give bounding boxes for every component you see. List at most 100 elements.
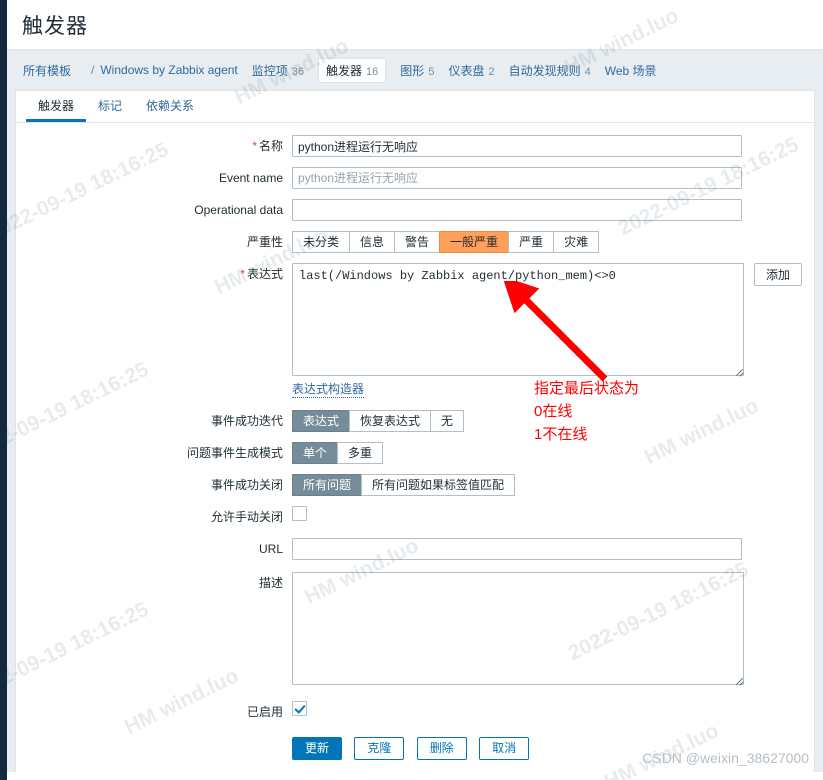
page-container: 触发器 所有模板 / Windows by Zabbix agent 监控项 3… bbox=[7, 0, 823, 780]
name-label-text: 名称 bbox=[258, 139, 283, 153]
allow-manual-close-checkbox[interactable] bbox=[292, 506, 307, 522]
tab-triggers[interactable]: 触发器 bbox=[26, 91, 87, 122]
enabled-label: 已启用 bbox=[246, 705, 283, 719]
delete-button[interactable]: 删除 bbox=[416, 737, 467, 760]
form-row-event-success-close: 事件成功关闭 所有问题 所有问题如果标签值匹配 bbox=[16, 474, 814, 496]
expression-label: * 表达式 bbox=[16, 263, 292, 281]
event-success-iteration-label: 事件成功迭代 bbox=[210, 414, 283, 428]
event-success-iteration-option-recovery-expression[interactable]: 恢复表达式 bbox=[349, 410, 431, 432]
breadcrumb-host-link[interactable]: Windows by Zabbix agent bbox=[100, 63, 237, 77]
breadcrumb-all-templates-link[interactable]: 所有模板 bbox=[23, 62, 71, 79]
event-name-label: Event name bbox=[218, 171, 283, 185]
event-success-iteration-field-wrap: 表达式 恢复表达式 无 bbox=[292, 410, 814, 432]
clone-button[interactable]: 克隆 bbox=[354, 737, 405, 760]
form-row-operational-data: Operational data bbox=[16, 199, 814, 221]
form-actions-spacer bbox=[16, 737, 292, 760]
expression-textarea[interactable]: last(/Windows by Zabbix agent/python_mem… bbox=[292, 263, 744, 376]
event-success-iteration-option-none[interactable]: 无 bbox=[430, 410, 465, 432]
cancel-button[interactable]: 取消 bbox=[479, 737, 530, 760]
severity-option-disaster[interactable]: 灾难 bbox=[553, 231, 600, 253]
expression-constructor-link[interactable]: 表达式构造器 bbox=[292, 382, 365, 398]
name-label: * 名称 bbox=[16, 135, 292, 153]
form-row-enabled: 已启用 bbox=[16, 701, 814, 719]
tab-panel: 触发器 标记 依赖关系 *名称 Event name bbox=[15, 90, 815, 780]
breadcrumb-item-discovery-rules-count: 4 bbox=[584, 65, 591, 78]
severity-option-warning[interactable]: 警告 bbox=[394, 231, 440, 253]
allow-manual-close-field-wrap bbox=[292, 506, 814, 522]
event-success-close-label: 事件成功关闭 bbox=[210, 478, 283, 492]
breadcrumb-item-items[interactable]: 监控项 36 bbox=[252, 62, 304, 79]
form-row-name: * 名称 bbox=[16, 135, 814, 157]
breadcrumb-item-dashboards[interactable]: 仪表盘 2 bbox=[448, 62, 494, 79]
update-button[interactable]: 更新 bbox=[292, 737, 343, 760]
name-field-wrap bbox=[292, 135, 814, 157]
form-row-problem-event-generation-mode: 问题事件生成模式 单个 多重 bbox=[16, 442, 814, 464]
breadcrumb: 所有模板 / Windows by Zabbix agent 监控项 36 触发… bbox=[7, 50, 823, 90]
breadcrumb-item-web-scenarios[interactable]: Web 场景 bbox=[605, 62, 657, 79]
url-field-wrap bbox=[292, 538, 814, 560]
severity-option-not-classified[interactable]: 未分类 bbox=[292, 231, 350, 253]
breadcrumb-item-graphs[interactable]: 图形 5 bbox=[400, 62, 434, 79]
enabled-checkbox[interactable] bbox=[292, 701, 307, 717]
breadcrumb-item-items-count: 36 bbox=[291, 65, 305, 78]
breadcrumb-item-dashboards-count: 2 bbox=[488, 65, 495, 78]
operational-data-field-wrap bbox=[292, 199, 814, 221]
breadcrumb-host[interactable]: Windows by Zabbix agent bbox=[100, 63, 237, 77]
severity-option-information[interactable]: 信息 bbox=[349, 231, 395, 253]
breadcrumb-item-graphs-label[interactable]: 图形 bbox=[400, 62, 424, 79]
event-success-close-field-wrap: 所有问题 所有问题如果标签值匹配 bbox=[292, 474, 814, 496]
page-title: 触发器 bbox=[22, 14, 88, 38]
breadcrumb-item-triggers-label[interactable]: 触发器 bbox=[326, 62, 362, 79]
name-input[interactable] bbox=[292, 135, 742, 157]
breadcrumb-item-web-scenarios-label[interactable]: Web 场景 bbox=[605, 62, 657, 79]
description-field-wrap bbox=[292, 572, 814, 685]
expression-label-text: 表达式 bbox=[246, 267, 283, 281]
operational-data-label: Operational data bbox=[194, 203, 283, 217]
form-row-event-success-iteration: 事件成功迭代 表达式 恢复表达式 无 bbox=[16, 410, 814, 432]
problem-event-mode-option-single[interactable]: 单个 bbox=[292, 442, 338, 464]
event-name-input[interactable] bbox=[292, 167, 742, 189]
breadcrumb-item-triggers[interactable]: 触发器 16 bbox=[318, 57, 387, 83]
expression-constructor-wrap: 表达式构造器 bbox=[292, 382, 814, 398]
event-success-iteration-group: 表达式 恢复表达式 无 bbox=[292, 410, 465, 432]
problem-event-mode-option-multiple[interactable]: 多重 bbox=[337, 442, 384, 464]
severity-option-average[interactable]: 一般严重 bbox=[439, 231, 509, 253]
tab-list: 触发器 标记 依赖关系 bbox=[16, 91, 814, 123]
description-textarea[interactable] bbox=[292, 572, 744, 685]
severity-option-high[interactable]: 严重 bbox=[508, 231, 554, 253]
breadcrumb-item-graphs-count: 5 bbox=[428, 65, 435, 78]
form-row-description: 描述 bbox=[16, 572, 814, 685]
trigger-form: *名称 Event name Operational data bbox=[16, 123, 814, 760]
severity-label: 严重性 bbox=[246, 235, 283, 249]
form-row-expression: * 表达式 last(/Windows by Zabbix agent/pytho… bbox=[16, 263, 814, 398]
operational-data-input[interactable] bbox=[292, 199, 742, 221]
expression-field-wrap: last(/Windows by Zabbix agent/python_mem… bbox=[292, 263, 814, 398]
allow-manual-close-label: 允许手动关闭 bbox=[210, 510, 283, 524]
breadcrumb-item-discovery-rules[interactable]: 自动发现规则 4 bbox=[509, 62, 591, 79]
tab-dependencies[interactable]: 依赖关系 bbox=[134, 91, 206, 122]
form-row-severity: 严重性 未分类 信息 警告 一般严重 严重 灾难 bbox=[16, 231, 814, 253]
problem-event-generation-mode-field-wrap: 单个 多重 bbox=[292, 442, 814, 464]
breadcrumb-item-triggers-count: 16 bbox=[366, 65, 379, 78]
breadcrumb-item-items-label[interactable]: 监控项 bbox=[252, 62, 288, 79]
csdn-watermark: CSDN @weixin_38627000 bbox=[642, 750, 809, 766]
page-header: 触发器 bbox=[7, 0, 823, 50]
form-row-event-name: Event name bbox=[16, 167, 814, 189]
breadcrumb-separator: / bbox=[91, 63, 95, 77]
event-success-close-option-all-problems[interactable]: 所有问题 bbox=[292, 474, 362, 496]
severity-field-wrap: 未分类 信息 警告 一般严重 严重 灾难 bbox=[292, 231, 814, 253]
event-success-iteration-option-expression[interactable]: 表达式 bbox=[292, 410, 350, 432]
severity-button-group: 未分类 信息 警告 一般严重 严重 灾难 bbox=[292, 231, 600, 253]
url-label: URL bbox=[258, 542, 283, 556]
url-input[interactable] bbox=[292, 538, 742, 560]
expression-add-button[interactable]: 添加 bbox=[754, 263, 803, 286]
tab-tags[interactable]: 标记 bbox=[86, 91, 134, 122]
event-name-field-wrap bbox=[292, 167, 814, 189]
breadcrumb-item-dashboards-label[interactable]: 仪表盘 bbox=[448, 62, 484, 79]
problem-event-generation-mode-group: 单个 多重 bbox=[292, 442, 384, 464]
problem-event-generation-mode-label: 问题事件生成模式 bbox=[186, 446, 283, 460]
breadcrumb-item-discovery-rules-label[interactable]: 自动发现规则 bbox=[509, 62, 581, 79]
required-marker-name: * bbox=[252, 139, 257, 153]
breadcrumb-all-templates[interactable]: 所有模板 bbox=[23, 62, 71, 79]
event-success-close-option-tag-match[interactable]: 所有问题如果标签值匹配 bbox=[361, 474, 516, 496]
